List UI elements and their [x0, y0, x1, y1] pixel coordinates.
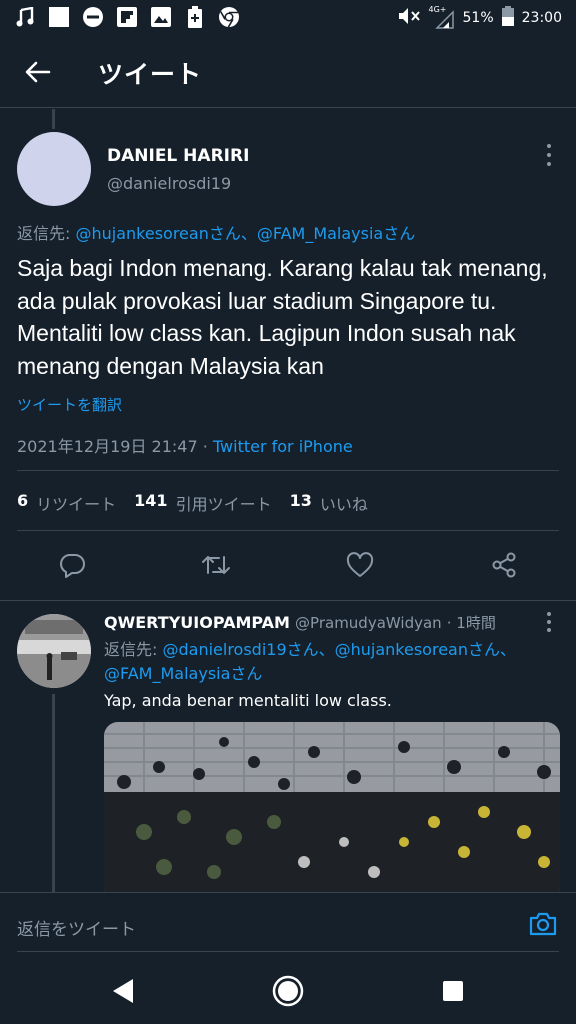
- tweet-source-link[interactable]: Twitter for iPhone: [213, 437, 353, 456]
- thread-connector: [52, 109, 55, 129]
- timestamp: 2021年12月19日 21:47 ·: [17, 437, 213, 456]
- minus-circle-icon: [82, 6, 104, 28]
- tweet-stats: 6 リツイート 141 引用ツイート 13 いいね: [17, 491, 378, 515]
- camera-icon[interactable]: [528, 909, 558, 939]
- retweets-stat[interactable]: 6 リツイート: [17, 491, 116, 515]
- divider: [17, 951, 559, 952]
- nav-home-icon[interactable]: [271, 974, 305, 1008]
- more-options-icon[interactable]: [540, 144, 558, 166]
- system-nav-bar: [0, 956, 576, 1024]
- reply-to-mentions[interactable]: @hujankesoreanさん、@FAM_Malaysiaさん: [75, 224, 415, 243]
- retweet-icon[interactable]: [199, 548, 233, 582]
- retweets-count: 6: [17, 491, 29, 510]
- author-handle[interactable]: @danielrosdi19: [107, 174, 231, 193]
- tweet-actions: [0, 548, 576, 582]
- likes-count: 13: [289, 491, 312, 510]
- tweet-text: Saja bagi Indon menang. Karang kalau tak…: [17, 255, 548, 379]
- back-arrow-icon[interactable]: [20, 54, 56, 90]
- likes-stat[interactable]: 13 いいね: [290, 491, 368, 515]
- divider: [17, 470, 559, 471]
- reply-to-line: 返信先: @danielrosdi19さん、@hujankesoreanさん、@…: [104, 638, 564, 686]
- chrome-icon: [218, 6, 240, 28]
- gallery-icon: [150, 6, 172, 28]
- reply-compose-bar: 返信をツイート: [0, 892, 576, 956]
- battery-plus-icon: [184, 6, 206, 28]
- nav-recents-icon[interactable]: [436, 974, 470, 1008]
- reply-author-handle[interactable]: @PramudyaWidyan: [295, 614, 442, 632]
- page-title: ツイート: [98, 60, 203, 89]
- reply-prefix: 返信先:: [104, 640, 163, 659]
- translate-link[interactable]: ツイートを翻訳: [17, 394, 122, 415]
- nav-back-icon[interactable]: [106, 974, 140, 1008]
- reply-header: QWERTYUIOPAMPAM @PramudyaWidyan · 1時間: [104, 612, 496, 633]
- like-heart-icon[interactable]: [343, 548, 377, 582]
- status-bar: 4G+ 51% 23:00: [0, 0, 576, 36]
- reply-time: · 1時間: [446, 614, 496, 632]
- reply-avatar[interactable]: [17, 614, 91, 688]
- reply-to-line: 返信先: @hujankesoreanさん、@FAM_Malaysiaさん: [17, 220, 415, 244]
- author-name[interactable]: DANIEL HARIRI: [107, 146, 249, 166]
- reply-icon[interactable]: [55, 548, 89, 582]
- divider: [0, 600, 576, 601]
- battery-percent: 51%: [462, 10, 494, 26]
- thread-connector: [52, 694, 55, 894]
- signal-icon: 4G+: [429, 5, 455, 29]
- share-icon[interactable]: [487, 548, 521, 582]
- battery-icon: [501, 6, 514, 30]
- avatar[interactable]: [17, 132, 91, 206]
- mute-icon: [397, 6, 421, 30]
- quotes-label: 引用ツイート: [175, 495, 272, 514]
- reply-to-mentions[interactable]: @danielrosdi19さん、@hujankesoreanさん、@FAM_M…: [104, 640, 516, 683]
- retweets-label: リツイート: [36, 495, 117, 514]
- flipboard-icon: [116, 6, 138, 28]
- app-header: ツイート: [0, 36, 576, 108]
- music-note-icon: [14, 6, 36, 28]
- clock: 23:00: [521, 10, 562, 26]
- quotes-stat[interactable]: 141 引用ツイート: [134, 491, 271, 515]
- likes-label: いいね: [319, 495, 368, 514]
- reply-photo[interactable]: [104, 722, 560, 902]
- quotes-count: 141: [134, 491, 168, 510]
- reply-prefix: 返信先:: [17, 224, 76, 243]
- tweet-meta: 2021年12月19日 21:47 · Twitter for iPhone: [17, 433, 353, 457]
- blank-square-icon: [48, 6, 70, 28]
- reply-input[interactable]: 返信をツイート: [17, 915, 136, 940]
- reply-author-name[interactable]: QWERTYUIOPAMPAM: [104, 613, 290, 632]
- divider: [17, 530, 559, 531]
- more-options-icon[interactable]: [540, 612, 558, 632]
- reply-text: Yap, anda benar mentaliti low class.: [104, 691, 392, 710]
